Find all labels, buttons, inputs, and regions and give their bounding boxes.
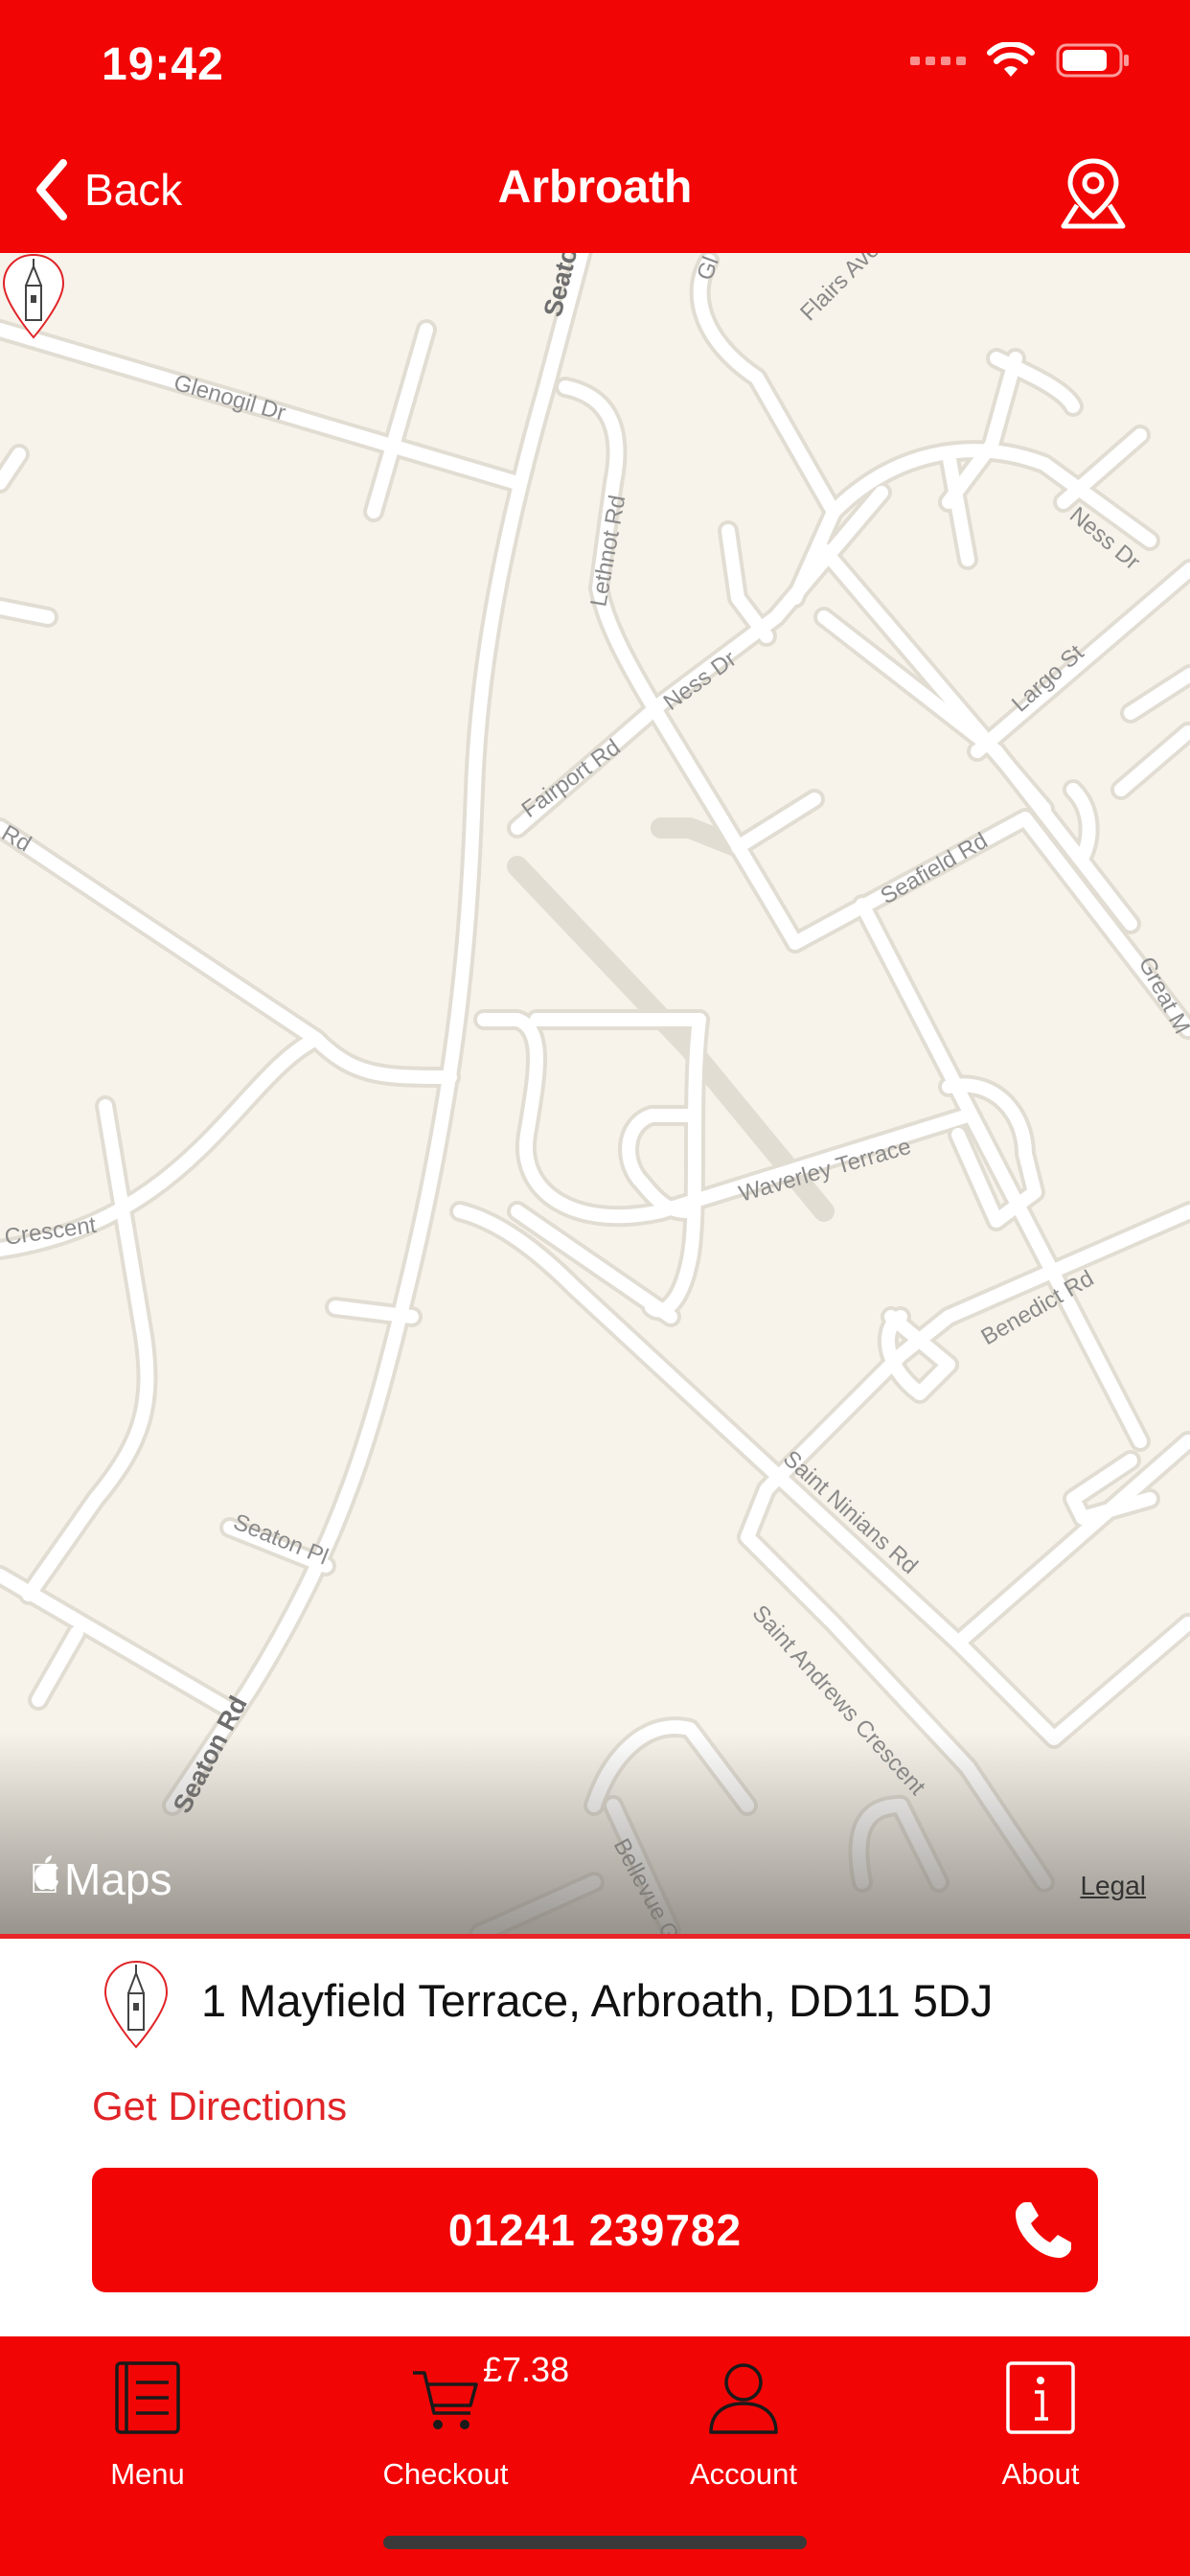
map-divider [0, 1934, 1190, 1939]
maps-label: Maps [33, 1854, 172, 1904]
app-header: 19:42 Back Arbroath [0, 0, 1190, 253]
map-roads: Glenogil Dr Seato Gl Flairs Ave Lethnot … [0, 253, 1190, 1934]
tab-about[interactable]: About [935, 2350, 1146, 2522]
tab-label: About [1001, 2457, 1080, 2491]
street-label: Great M [1133, 953, 1190, 1038]
phone-icon [1016, 2202, 1071, 2258]
get-directions-link[interactable]: Get Directions [92, 2083, 347, 2129]
tab-account[interactable]: Account [638, 2350, 849, 2522]
home-indicator[interactable] [383, 2536, 807, 2549]
address-row: 1 Mayfield Terrace, Arbroath, DD11 5DJ [0, 1955, 1190, 2060]
store-pin-icon [103, 1960, 169, 2049]
location-pin-button[interactable] [1056, 155, 1131, 230]
street-label: Lethnot Rd [585, 494, 630, 609]
store-address: 1 Mayfield Terrace, Arbroath, DD11 5DJ [201, 1975, 994, 2026]
wifi-icon [987, 42, 1035, 77]
apple-glyph-icon [34, 1855, 58, 1890]
street-label: Glenogil Dr [171, 370, 288, 426]
tab-label: Menu [110, 2457, 185, 2491]
signal-icon [910, 57, 966, 65]
street-label: Fairport Rd [517, 734, 626, 822]
phone-number: 01241 239782 [447, 2205, 743, 2255]
person-icon [709, 2363, 778, 2434]
tab-label: Account [689, 2457, 797, 2491]
street-label: Bellevue G [608, 1834, 684, 1934]
info-icon [1006, 2361, 1075, 2434]
street-label: Flairs Ave [795, 253, 884, 326]
location-pin-icon [1061, 158, 1126, 229]
cart-total-badge: £7.38 [483, 2350, 570, 2389]
apple-maps-logo:  Maps [29, 1853, 172, 1905]
cart-icon [413, 2371, 478, 2429]
legal-link[interactable]: Legal [1080, 1871, 1146, 1901]
tab-label: Checkout [382, 2457, 509, 2491]
battery-icon [1056, 43, 1129, 78]
menu-book-icon [115, 2361, 180, 2434]
status-time: 19:42 [102, 39, 224, 90]
street-label: Seafield Rd [877, 828, 993, 909]
street-label: Saint Ninians Rd [778, 1445, 923, 1579]
street-label: Ness Dr [659, 646, 742, 716]
store-map-marker[interactable] [0, 253, 67, 341]
call-button[interactable]: 01241 239782 [92, 2168, 1098, 2292]
status-icons [910, 42, 1131, 79]
page-title: Arbroath [497, 162, 693, 213]
tab-menu[interactable]: Menu [42, 2350, 253, 2522]
map-view[interactable]: Glenogil Dr Seato Gl Flairs Ave Lethnot … [0, 253, 1190, 1934]
